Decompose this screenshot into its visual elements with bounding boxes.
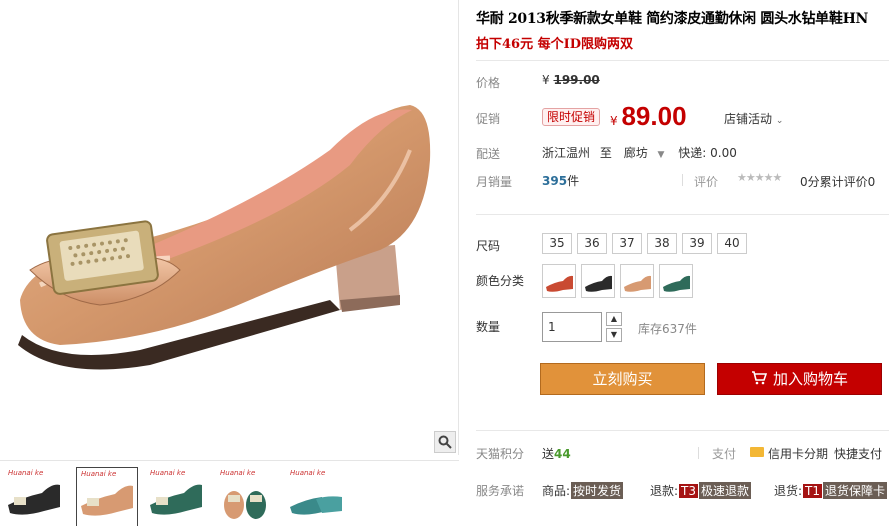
currency-symbol: ¥ [542, 73, 550, 87]
service-item-shipping[interactable]: 商品: 按时发货 [542, 482, 624, 499]
size-option[interactable]: 35 [542, 233, 572, 254]
thumbnail-side[interactable]: Huanai ke [286, 467, 348, 526]
thumb-brand: Huanai ke [220, 469, 256, 477]
thumb-brand: Huanai ke [290, 469, 326, 477]
service-item-return[interactable]: 退货: T1 退货保障卡 [774, 482, 888, 499]
product-title: 华耐 2013秋季新款女单鞋 简约漆皮通勤休闲 圆头水钻单鞋HN [476, 11, 869, 27]
shoe-illustration [18, 105, 431, 370]
quantity-decrease-button[interactable]: ▼ [606, 328, 622, 342]
points-value: 送44 [542, 445, 571, 462]
color-swatch-red[interactable] [542, 264, 576, 298]
thumb-brand: Huanai ke [150, 469, 186, 477]
promo-label: 促销 [476, 112, 501, 126]
size-option[interactable]: 40 [717, 233, 747, 254]
service-label: 服务承诺 [476, 484, 525, 498]
monthly-sales: 395件 [542, 172, 579, 189]
promo-tag: 限时促销 [542, 108, 601, 126]
promo-price-value: 89.00 [621, 101, 687, 131]
credit-card-icon [750, 447, 764, 457]
original-price-value: 199.00 [553, 73, 600, 87]
divider [476, 430, 889, 431]
size-option[interactable]: 39 [682, 233, 712, 254]
promo-currency: ¥ [610, 114, 618, 128]
size-option[interactable]: 38 [647, 233, 677, 254]
shipping-info: 浙江温州 至 廊坊 ▼ 快递: 0.00 [542, 144, 737, 161]
divider [698, 447, 699, 459]
rating-label: 评价 [694, 175, 719, 189]
service-tag-lead: T3 [679, 484, 699, 498]
add-to-cart-button[interactable]: 加入购物车 [717, 363, 882, 395]
divider [682, 174, 683, 186]
quantity-input[interactable]: 1 [542, 312, 602, 342]
shop-activity-label: 店铺活动 [724, 112, 773, 126]
shop-activity-dropdown[interactable]: 店铺活动 ⌄ [724, 110, 783, 127]
product-subtitle: 拍下46元 每个ID限购两双 [476, 37, 633, 52]
points-label: 天猫积分 [476, 447, 525, 461]
ship-destination[interactable]: 廊坊 [624, 146, 648, 160]
shipping-fee: 快递: 0.00 [678, 146, 737, 160]
size-option[interactable]: 36 [577, 233, 607, 254]
points-prefix: 送 [542, 447, 555, 461]
service-tag: 极速退款 [699, 482, 752, 499]
points-amount: 44 [554, 447, 571, 461]
zoom-icon[interactable] [434, 431, 456, 453]
size-option[interactable]: 37 [612, 233, 642, 254]
size-options: 35 36 37 38 39 40 [542, 233, 752, 254]
divider [476, 214, 889, 215]
service-tag: 退货保障卡 [823, 482, 888, 499]
service-item-refund[interactable]: 退款: T3 极速退款 [650, 482, 752, 499]
color-options [542, 264, 698, 301]
service-prefix: 退货: [774, 484, 803, 498]
cart-icon [751, 365, 768, 395]
color-swatch-nude[interactable] [620, 264, 654, 298]
review-count-link[interactable]: 0分累计评价0 [800, 173, 875, 190]
sales-label: 月销量 [476, 175, 513, 189]
pay-label: 支付 [712, 447, 737, 461]
sales-count: 395 [542, 174, 568, 188]
color-label: 颜色分类 [476, 274, 525, 288]
buy-now-button[interactable]: 立刻购买 [540, 363, 705, 395]
product-info: 华耐 2013秋季新款女单鞋 简约漆皮通勤休闲 圆头水钻单鞋HN 拍下46元 每… [460, 0, 889, 526]
price-label: 价格 [476, 76, 501, 90]
quantity-increase-button[interactable]: ▲ [606, 312, 622, 326]
size-label: 尺码 [476, 239, 501, 253]
product-gallery: Huanai ke Huanai ke Huanai ke Huanai ke … [0, 0, 459, 526]
thumb-brand: Huanai ke [8, 469, 44, 477]
service-row: 服务承诺 商品: 按时发货 退款: T3 极速退款 退货: T1 退货保障卡 [476, 482, 889, 499]
chevron-down-icon: ⌄ [775, 116, 784, 126]
thumbnail-nude[interactable]: Huanai ke [76, 467, 138, 526]
add-to-cart-label: 加入购物车 [772, 370, 848, 388]
main-product-image[interactable] [0, 0, 459, 455]
color-swatch-green[interactable] [659, 264, 693, 298]
thumbnail-strip: Huanai ke Huanai ke Huanai ke Huanai ke … [0, 460, 459, 526]
ship-to-word: 至 [599, 146, 612, 160]
dropdown-triangle-icon[interactable]: ▼ [658, 150, 665, 160]
service-tag-lead: T1 [803, 484, 823, 498]
original-price: ¥ 199.00 [542, 73, 600, 87]
shipping-label: 配送 [476, 147, 501, 161]
installment-link[interactable]: 信用卡分期 [768, 445, 828, 462]
sales-unit: 件 [567, 174, 580, 188]
thumbnail-black[interactable]: Huanai ke [4, 467, 66, 526]
quantity-label: 数量 [476, 320, 501, 334]
color-swatch-black[interactable] [581, 264, 615, 298]
thumbnail-green[interactable]: Huanai ke [146, 467, 208, 526]
service-prefix: 商品: [542, 484, 571, 498]
service-tag: 按时发货 [571, 482, 624, 499]
rating-stars: ★★★★★ [737, 171, 782, 184]
ship-from: 浙江温州 [542, 146, 591, 160]
points-row: 天猫积分 送44 支付 信用卡分期 快捷支付 [476, 445, 889, 462]
promo-price: ¥ 89.00 [610, 101, 687, 132]
quick-pay-link[interactable]: 快捷支付 [834, 445, 882, 462]
thumb-brand: Huanai ke [81, 470, 117, 478]
stock-count: 库存637件 [638, 322, 697, 336]
divider [476, 60, 889, 61]
service-prefix: 退款: [650, 484, 679, 498]
thumbnail-front[interactable]: Huanai ke [216, 467, 278, 526]
